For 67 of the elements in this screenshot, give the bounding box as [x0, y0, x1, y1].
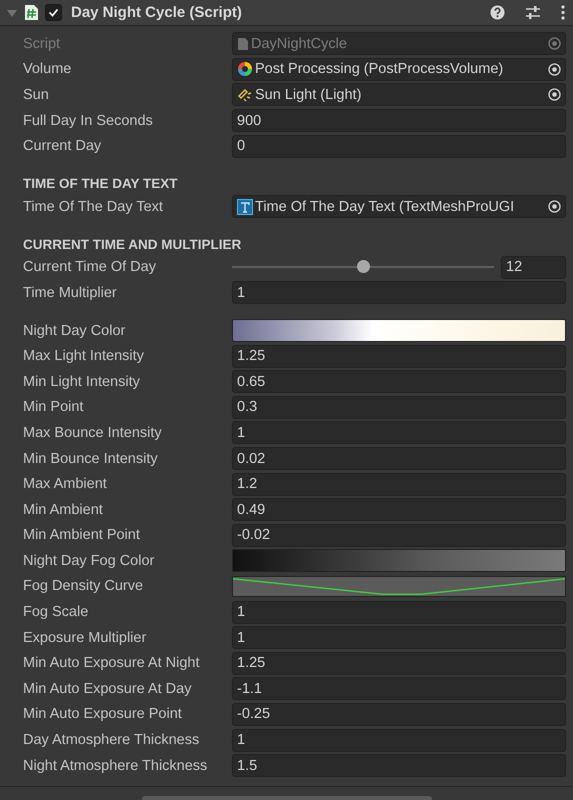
field-label: Fog Density Curve — [23, 578, 144, 594]
number-field[interactable]: 1 — [232, 728, 566, 752]
number-field[interactable]: 0 — [232, 134, 566, 158]
object-field[interactable]: Post Processing (PostProcessVolume) — [232, 58, 566, 81]
field-label: Min Auto Exposure At Day — [23, 680, 192, 697]
number-field[interactable]: 1 — [232, 421, 566, 444]
scrollbar[interactable] — [142, 796, 432, 800]
field-label: Max Bounce Intensity — [23, 424, 163, 441]
field-label: Current Day — [23, 138, 102, 154]
script-file-icon — [237, 36, 249, 51]
object-field[interactable]: Sun Light (Light) — [232, 83, 566, 106]
field-label: Min Ambient — [23, 502, 104, 518]
color-wheel-icon — [237, 61, 253, 78]
number-field[interactable]: 0.65 — [232, 370, 566, 394]
gradient-field[interactable] — [232, 319, 566, 342]
number-field[interactable]: 1 — [232, 626, 566, 650]
field-label: Min Bounce Intensity — [23, 450, 159, 467]
number-field[interactable]: 0.02 — [232, 447, 566, 470]
gradient-field[interactable] — [232, 549, 566, 572]
field-label: Min Point — [23, 399, 84, 416]
number-field[interactable]: 1 — [232, 281, 566, 304]
number-field[interactable]: -1.1 — [232, 677, 566, 700]
number-field[interactable]: 1.25 — [232, 652, 566, 675]
curve-field[interactable] — [232, 576, 566, 597]
field-label: Max Ambient — [23, 476, 108, 492]
number-field[interactable]: 12 — [501, 256, 566, 279]
field-label: Min Light Intensity — [23, 374, 141, 390]
number-field[interactable]: 0.49 — [232, 498, 566, 522]
number-field[interactable]: 1.5 — [232, 754, 566, 778]
slider-thumb[interactable] — [357, 260, 370, 274]
help-icon[interactable] — [490, 5, 505, 20]
field-label: Min Auto Exposure Point — [23, 706, 183, 722]
field-label: Exposure Multiplier — [23, 630, 148, 646]
section-heading: CURRENT TIME AND MULTIPLIER — [23, 236, 242, 254]
field-label: Current Time Of Day — [23, 259, 157, 276]
enabled-checkbox[interactable] — [45, 4, 62, 21]
check-icon — [48, 7, 59, 18]
number-field[interactable]: 900 — [232, 109, 566, 132]
section-heading: TIME OF THE DAY TEXT — [23, 174, 179, 193]
field-label: Full Day In Seconds — [23, 112, 154, 129]
settings-sliders-icon[interactable] — [525, 5, 541, 20]
field-label: Volume — [23, 61, 72, 78]
number-field[interactable]: -0.02 — [232, 524, 566, 547]
field-label: Script — [23, 36, 62, 52]
number-field[interactable]: 0.3 — [232, 396, 566, 419]
more-menu-icon[interactable] — [561, 5, 565, 20]
field-label: Min Ambient Point — [23, 527, 141, 544]
number-field[interactable]: 1.2 — [232, 472, 566, 496]
object-field: DayNightCycle — [232, 32, 566, 56]
field-label: Max Light Intensity — [23, 348, 145, 364]
field-label: Sun — [23, 86, 50, 103]
field-label: Night Day Fog Color — [23, 552, 156, 569]
text-icon — [237, 198, 253, 215]
number-field[interactable]: 1.25 — [232, 344, 566, 368]
field-label: Fog Scale — [23, 604, 90, 620]
component-title: Day Night Cycle (Script) — [71, 4, 243, 21]
field-label: Time Multiplier — [23, 284, 118, 301]
field-label: Time Of The Day Text — [23, 198, 164, 215]
field-label: Night Atmosphere Thickness — [23, 758, 208, 774]
number-field[interactable]: 1 — [232, 600, 566, 624]
field-label: Min Auto Exposure At Night — [23, 655, 201, 672]
script-icon — [24, 4, 39, 21]
number-field[interactable]: -0.25 — [232, 702, 566, 726]
light-icon — [237, 86, 253, 103]
field-label: Day Atmosphere Thickness — [23, 732, 200, 748]
field-label: Night Day Color — [23, 322, 126, 339]
object-field[interactable]: Time Of The Day Text (TextMeshProUGI — [232, 195, 566, 218]
